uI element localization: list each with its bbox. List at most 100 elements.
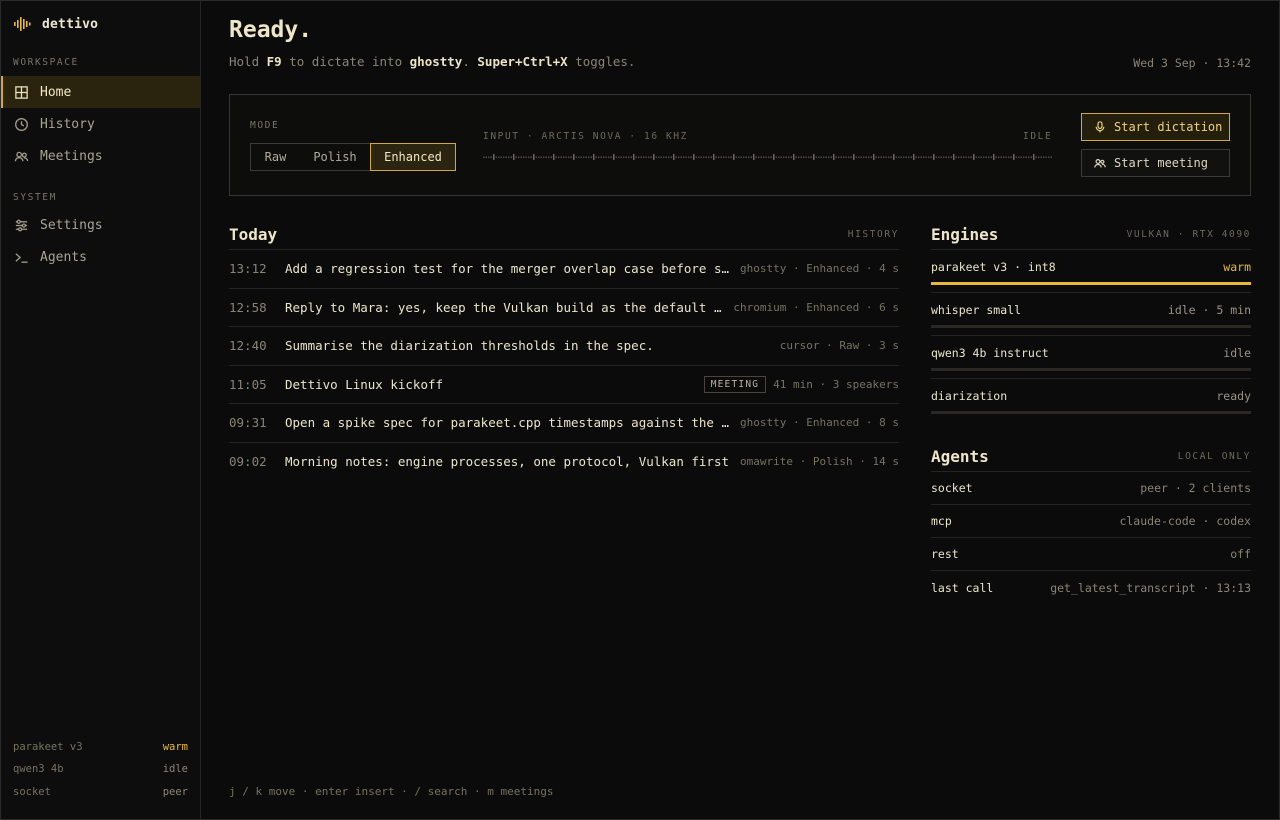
meter-tick (1038, 156, 1040, 158)
meter-tick (868, 156, 870, 158)
meter-tick (890, 156, 892, 158)
meter-tick (650, 156, 652, 158)
meter-tick (483, 156, 485, 158)
history-row[interactable]: 09:31 Open a spike spec for parakeet.cpp… (229, 404, 899, 443)
history-link[interactable]: HISTORY (848, 229, 899, 240)
meter-tick (488, 156, 490, 158)
engine-row[interactable]: whisper small idle · 5 min (931, 293, 1251, 336)
people-icon (1094, 158, 1106, 168)
meter-tick (808, 156, 810, 158)
meter-tick (895, 156, 897, 158)
engine-row[interactable]: parakeet v3 · int8 warm (931, 250, 1251, 293)
row-time: 12:58 (229, 299, 267, 315)
meter-tick (773, 154, 775, 160)
meter-tick (835, 156, 837, 158)
meter-tick (638, 156, 640, 158)
meter-tick (1020, 156, 1022, 158)
meter-tick (743, 156, 745, 158)
meter-tick (968, 156, 970, 158)
meter-tick (583, 156, 585, 158)
history-row[interactable]: 09:02 Morning notes: engine processes, o… (229, 443, 899, 482)
target-app: ghostty (409, 54, 463, 69)
meter-tick (978, 156, 980, 158)
agent-row: socket peer · 2 clients (931, 472, 1251, 505)
meter-tick (870, 156, 872, 158)
meter-tick (958, 156, 960, 158)
engines-title: Engines (931, 224, 999, 244)
sidebar-item-meetings[interactable]: Meetings (1, 140, 200, 172)
history-row[interactable]: 12:58 Reply to Mara: yes, keep the Vulka… (229, 289, 899, 327)
sidebar-item-history[interactable]: History (1, 108, 200, 140)
grid-icon (15, 85, 28, 99)
sidebar-item-settings[interactable]: Settings (1, 209, 200, 241)
agent-key: mcp (931, 514, 952, 528)
meter-tick (740, 156, 742, 158)
footer-engine-status: warm (162, 740, 188, 753)
meter-tick (595, 156, 597, 158)
history-row-meeting[interactable]: 11:05 Dettivo Linux kickoff MEETING 41 mi… (229, 366, 899, 404)
meter-tick (530, 156, 532, 158)
row-meta: ghostty · Enhanced · 8 s (740, 416, 899, 430)
meter-tick (688, 156, 690, 158)
engine-name: diarization (931, 389, 1008, 403)
start-meeting-button[interactable]: Start meeting (1081, 149, 1230, 177)
waveform-logo-icon (14, 17, 31, 31)
start-dictation-button[interactable]: Start dictation (1081, 113, 1230, 141)
meter-tick (1000, 156, 1002, 158)
meter-tick (903, 156, 905, 158)
history-row[interactable]: 12:40 Summarise the diarization threshol… (229, 327, 899, 366)
sidebar-item-agents[interactable]: Agents (1, 241, 200, 273)
meter-tick (525, 156, 527, 158)
meter-tick (820, 156, 822, 158)
today-title: Today (229, 224, 278, 244)
mode-polish[interactable]: Polish (300, 144, 370, 170)
meter-tick (938, 156, 940, 158)
engine-row[interactable]: diarization ready (931, 379, 1251, 422)
meter-tick (730, 156, 732, 158)
meter-tick (840, 156, 842, 158)
meter-tick (1050, 156, 1052, 158)
clock-icon (15, 117, 28, 131)
mode-enhanced[interactable]: Enhanced (370, 143, 456, 171)
sidebar-item-home[interactable]: Home (1, 76, 200, 108)
meter-tick (900, 156, 902, 158)
sidebar-item-label: Home (40, 84, 72, 100)
engine-row[interactable]: qwen3 4b instruct idle (931, 336, 1251, 379)
meter-tick (543, 156, 545, 158)
meter-tick (640, 156, 642, 158)
meter-tick (670, 156, 672, 158)
meter-tick (548, 156, 550, 158)
sidebar-item-label: Settings (40, 217, 103, 233)
meter-tick (1010, 156, 1012, 158)
today-header: Today HISTORY (229, 219, 899, 250)
meter-tick (785, 156, 787, 158)
history-row[interactable]: 13:12 Add a regression test for the merg… (229, 250, 899, 289)
meter-tick (545, 156, 547, 158)
row-text: Dettivo Linux kickoff (285, 376, 444, 392)
engine-status: idle (1223, 346, 1251, 360)
local-only-tag: LOCAL ONLY (1177, 450, 1251, 462)
meter-tick (490, 156, 492, 158)
meter-tick (858, 156, 860, 158)
meter-tick (538, 156, 540, 158)
meter-tick (790, 156, 792, 158)
meter-tick (1025, 156, 1027, 158)
meter-tick (713, 154, 715, 160)
meter-tick (875, 156, 877, 158)
meter-tick (973, 154, 975, 160)
row-text: Open a spike spec for parakeet.cpp times… (285, 415, 741, 431)
meter-tick (763, 156, 765, 158)
meter-tick (798, 156, 800, 158)
meeting-badge: MEETING (703, 375, 767, 393)
row-time: 13:12 (229, 261, 267, 277)
meter-tick (648, 156, 650, 158)
engine-name: parakeet v3 · int8 (931, 260, 1056, 274)
meter-tick (955, 156, 957, 158)
meter-tick (733, 154, 735, 160)
meter-tick (700, 156, 702, 158)
meter-tick (760, 156, 762, 158)
mode-raw[interactable]: Raw (251, 144, 300, 170)
audio-level-meter (483, 154, 1052, 160)
meter-tick (655, 156, 657, 158)
meter-tick (928, 156, 930, 158)
